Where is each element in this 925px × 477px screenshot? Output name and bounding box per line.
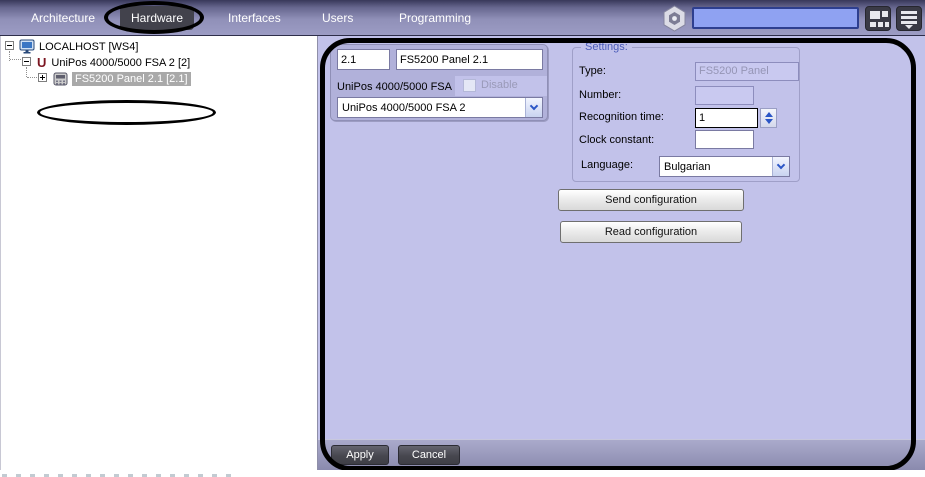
menu-item-architecture[interactable]: Architecture	[31, 11, 95, 25]
clock-constant-field[interactable]	[695, 130, 754, 149]
chevron-down-icon[interactable]	[772, 157, 789, 176]
hamburger-menu-icon[interactable]	[896, 6, 922, 31]
tree-expander-expand[interactable]	[38, 73, 47, 82]
language-dropdown[interactable]: Bulgarian	[659, 156, 790, 177]
top-menu-bar: Architecture Hardware Interfaces Users P…	[0, 0, 925, 36]
spinner-up-icon[interactable]	[764, 112, 773, 117]
number-field	[695, 86, 754, 105]
disable-zone: Disable	[455, 76, 547, 96]
menu-item-programming[interactable]: Programming	[399, 11, 471, 25]
settings-groupbox: Settings: Type: FS5200 Panel Number: Rec…	[572, 41, 800, 182]
tree-node-fs5200[interactable]: FS5200 Panel 2.1 [2.1]	[53, 70, 191, 87]
tree-expander-collapse[interactable]	[22, 57, 31, 66]
parent-type-label: UniPos 4000/5000 FSA	[337, 81, 452, 93]
cancel-button[interactable]: Cancel	[398, 445, 460, 465]
device-settings-panel: UniPos 4000/5000 FSA Disable UniPos 4000…	[318, 36, 925, 470]
identity-subpanel: UniPos 4000/5000 FSA Disable UniPos 4000…	[330, 44, 548, 121]
menu-item-hardware[interactable]: Hardware	[120, 6, 194, 30]
parent-dropdown-value: UniPos 4000/5000 FSA 2	[342, 101, 466, 114]
language-label: Language:	[581, 159, 633, 171]
tree-node-label: UniPos 4000/5000 FSA 2 [2]	[51, 56, 191, 69]
disable-label: Disable	[481, 79, 518, 91]
search-input[interactable]	[692, 7, 859, 29]
language-dropdown-value: Bulgarian	[664, 160, 711, 173]
object-id-field[interactable]	[337, 49, 390, 70]
application-window: Architecture Hardware Interfaces Users P…	[0, 0, 925, 477]
object-name-field[interactable]	[396, 49, 543, 70]
spinner-down-icon[interactable]	[764, 119, 773, 124]
tree-connector	[27, 77, 37, 78]
type-field: FS5200 Panel	[695, 62, 799, 81]
panel-icon	[53, 72, 68, 86]
tree-node-unipos[interactable]: U UniPos 4000/5000 FSA 2 [2]	[37, 54, 190, 71]
send-configuration-button[interactable]: Send configuration	[558, 189, 744, 211]
parent-dropdown[interactable]: UniPos 4000/5000 FSA 2	[337, 97, 543, 118]
module-hex-icon[interactable]	[661, 5, 688, 32]
tree-connector	[10, 59, 21, 60]
number-label: Number:	[579, 89, 622, 101]
annotation-circle-tree-item	[37, 100, 216, 125]
menu-item-interfaces[interactable]: Interfaces	[228, 11, 281, 25]
disable-checkbox[interactable]	[463, 79, 476, 92]
recognition-time-spinner[interactable]	[760, 108, 777, 128]
action-bar: Apply Cancel	[318, 439, 925, 470]
layout-grid-icon[interactable]	[865, 6, 891, 31]
chevron-down-icon[interactable]	[525, 98, 542, 117]
tree-node-label: LOCALHOST [WS4]	[39, 40, 139, 53]
clock-constant-label: Clock constant:	[579, 134, 655, 146]
recognition-time-field[interactable]	[695, 108, 758, 128]
menu-item-users[interactable]: Users	[322, 11, 353, 25]
tree-node-label-selected: FS5200 Panel 2.1 [2.1]	[72, 71, 191, 86]
apply-button[interactable]: Apply	[331, 445, 389, 465]
read-configuration-button[interactable]: Read configuration	[560, 221, 742, 243]
unipos-u-icon: U	[37, 55, 47, 70]
recognition-time-label: Recognition time:	[579, 111, 664, 123]
settings-group-title: Settings:	[581, 41, 632, 53]
object-tree-panel: LOCALHOST [WS4] U UniPos 4000/5000 FSA 2…	[0, 36, 318, 470]
tree-expander-collapse[interactable]	[5, 41, 14, 50]
monitor-icon	[19, 39, 35, 54]
type-label: Type:	[579, 65, 606, 77]
tree-node-localhost[interactable]: LOCALHOST [WS4]	[19, 38, 138, 55]
tree-connector	[26, 67, 27, 77]
